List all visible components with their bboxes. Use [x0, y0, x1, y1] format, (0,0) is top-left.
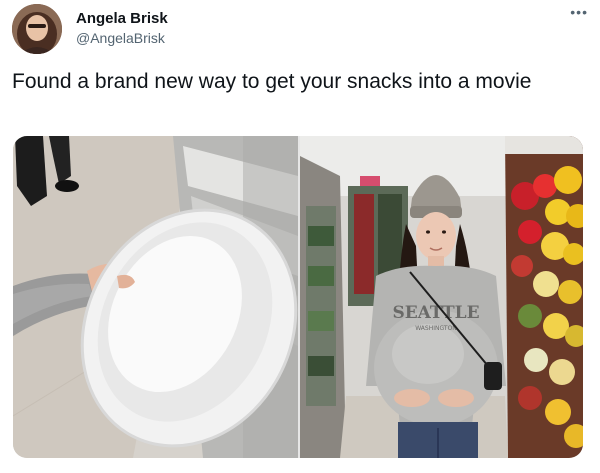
shirt-print: SEATTLE [392, 303, 479, 323]
tweet-media[interactable]: SEATTLE WASHINGTON [13, 136, 583, 458]
more-horizontal-icon[interactable]: ••• [570, 4, 588, 20]
author-handle[interactable]: @AngelaBrisk [76, 30, 165, 46]
author-name[interactable]: Angela Brisk [76, 10, 168, 27]
tweet-text: Found a brand new way to get your snacks… [12, 70, 532, 93]
avatar-image [12, 4, 62, 54]
tweet: Angela Brisk @AngelaBrisk ••• Found a br… [0, 0, 600, 473]
avatar[interactable] [12, 4, 62, 54]
photo-foam-dome[interactable] [13, 136, 298, 458]
shirt-subprint: WASHINGTON [415, 325, 457, 332]
photo-woman-sweatshirt[interactable]: SEATTLE WASHINGTON [300, 136, 583, 458]
